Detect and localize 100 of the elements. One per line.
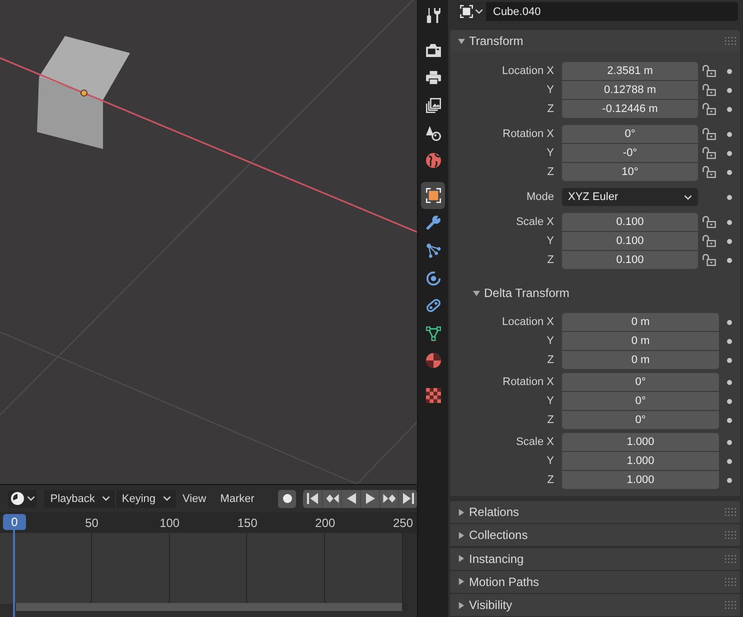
padlock-icon[interactable]	[702, 128, 716, 140]
keyframe-dot-icon[interactable]	[727, 88, 732, 92]
number-field[interactable]: 1.000	[562, 471, 719, 489]
number-field[interactable]: 0.12788 m	[562, 81, 698, 99]
padlock-icon[interactable]	[702, 65, 716, 77]
origin-dot-icon	[80, 90, 88, 96]
panel-header[interactable]: Collections	[450, 524, 740, 546]
keyframe-dot-icon[interactable]	[727, 398, 732, 404]
panel-header[interactable]: Motion Paths	[450, 570, 740, 593]
menu-button[interactable]: Marker	[213, 490, 262, 508]
number-field[interactable]: 1.000	[562, 433, 719, 451]
keyframe-dot-icon[interactable]	[727, 458, 732, 464]
panel-header[interactable]: Instancing	[450, 548, 740, 570]
disclosure-triangle-icon[interactable]	[458, 532, 465, 539]
number-field[interactable]: 0.100	[562, 232, 698, 250]
playback-button[interactable]	[341, 490, 360, 508]
editor-type-button[interactable]	[8, 490, 38, 508]
padlock-icon[interactable]	[702, 216, 716, 228]
playback-button[interactable]	[398, 490, 417, 508]
caret-icon	[162, 496, 171, 501]
playback-button[interactable]	[379, 490, 398, 508]
drag-handle-icon[interactable]	[725, 578, 736, 586]
branching-dots-icon	[426, 243, 440, 258]
keyframe-dot-icon[interactable]	[727, 220, 732, 224]
panel-header[interactable]: Transform	[450, 30, 740, 52]
drag-handle-icon[interactable]	[725, 508, 736, 516]
keyframe-dot-icon[interactable]	[727, 194, 732, 200]
disclosure-triangle-icon[interactable]	[458, 38, 465, 44]
keyframe-dot-icon[interactable]	[727, 132, 732, 136]
number-field[interactable]: 0°	[562, 373, 719, 391]
number-field[interactable]: 0.100	[562, 213, 698, 231]
disclosure-triangle-icon[interactable]	[458, 578, 465, 586]
keyframe-dot-icon[interactable]	[727, 106, 732, 112]
skip-to-end-icon	[402, 493, 414, 504]
number-field[interactable]: -0°	[562, 144, 698, 162]
scrollbar[interactable]	[10, 603, 408, 611]
keyframe-dot-icon[interactable]	[727, 380, 732, 384]
menu-dropdown[interactable]: Playback	[44, 490, 115, 508]
drag-handle-icon[interactable]	[725, 531, 736, 540]
keyframe-dot-icon[interactable]	[727, 320, 732, 324]
number-field[interactable]: -0.12446 m	[562, 100, 698, 118]
keyframe-dot-icon[interactable]	[727, 150, 732, 156]
number-field[interactable]: 0 m	[562, 313, 719, 331]
padlock-icon[interactable]	[702, 84, 716, 96]
name-field[interactable]: Cube.040	[486, 2, 738, 21]
playback-button[interactable]	[322, 490, 341, 508]
chain-link-icon	[426, 298, 440, 314]
keyframe-dot-icon[interactable]	[727, 478, 732, 482]
triangle-vertices-icon	[426, 326, 440, 341]
number-field[interactable]: 0.100	[562, 251, 698, 269]
keyframe-dot-icon[interactable]	[727, 418, 732, 422]
keyframe-dot-icon[interactable]	[727, 68, 732, 74]
drag-handle-icon[interactable]	[725, 554, 736, 562]
caret-icon	[26, 496, 35, 501]
field-label: Scale X	[516, 436, 554, 448]
number-field[interactable]: 0 m	[562, 332, 719, 350]
field-label: Y	[546, 147, 554, 159]
current-frame-badge[interactable]: 0	[3, 514, 26, 530]
number-field[interactable]: 1.000	[562, 452, 719, 470]
number-field[interactable]: 0 m	[562, 351, 719, 369]
drag-handle-icon[interactable]	[725, 601, 736, 609]
subpanel-header[interactable]: Delta Transform	[473, 282, 570, 304]
keyframe-dot-icon[interactable]	[727, 238, 732, 244]
number-field[interactable]: 0°	[562, 125, 698, 143]
panel-header[interactable]: Relations	[450, 501, 740, 523]
disclosure-triangle-icon[interactable]	[458, 508, 465, 516]
number-field[interactable]: 0°	[562, 411, 719, 429]
menu-dropdown[interactable]: Keying	[114, 490, 176, 508]
padlock-icon[interactable]	[702, 235, 716, 247]
playback-button[interactable]	[303, 490, 322, 508]
record-button[interactable]	[278, 490, 296, 508]
menu-button[interactable]: View	[176, 490, 214, 508]
dropdown-field[interactable]: XYZ Euler	[562, 188, 698, 206]
playback-button[interactable]	[360, 490, 379, 508]
padlock-icon[interactable]	[702, 147, 716, 159]
keyframe-dot-icon[interactable]	[727, 358, 732, 362]
disclosure-triangle-icon[interactable]	[458, 555, 465, 562]
padlock-icon[interactable]	[702, 166, 716, 178]
padlock-icon[interactable]	[702, 254, 716, 266]
panel-header[interactable]: Visibility	[450, 594, 740, 616]
number-field[interactable]: 10°	[562, 163, 698, 181]
field-label: Y	[546, 335, 554, 347]
keyframe-dot-icon[interactable]	[727, 258, 732, 262]
number-field[interactable]: 0°	[562, 392, 719, 410]
keyframe-dot-icon[interactable]	[727, 338, 732, 344]
cube[interactable]	[37, 36, 130, 149]
field-label: Z	[547, 414, 554, 426]
orbit-icon	[426, 270, 440, 286]
printer-icon	[426, 70, 440, 85]
keyframe-dot-icon[interactable]	[727, 170, 732, 174]
number-field[interactable]: 2.3581 m	[562, 62, 698, 80]
disclosure-triangle-icon[interactable]	[458, 602, 465, 608]
keyframe-dot-icon[interactable]	[727, 440, 732, 444]
disclosure-triangle-icon[interactable]	[473, 290, 480, 296]
properties-tab[interactable]	[421, 182, 445, 210]
field-label: Location X	[502, 316, 554, 328]
drag-handle-icon[interactable]	[725, 37, 736, 45]
padlock-icon[interactable]	[702, 103, 716, 115]
right-triangle-diamond-icon	[382, 494, 396, 503]
field-label: Scale X	[516, 216, 554, 228]
